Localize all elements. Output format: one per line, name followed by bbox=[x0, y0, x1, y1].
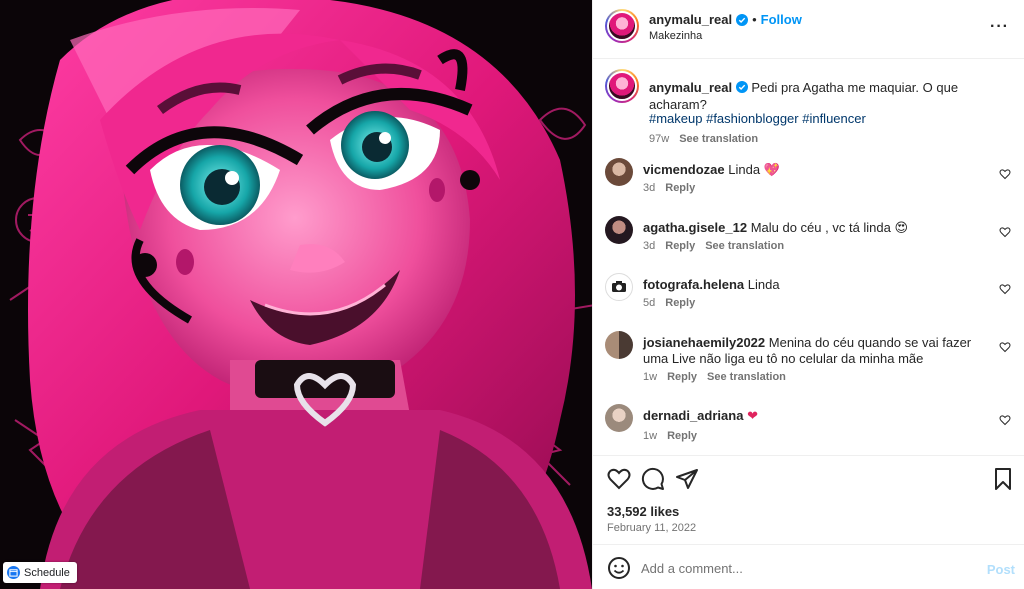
comment-text: Linda bbox=[728, 162, 761, 177]
comment-meta: 3d Reply bbox=[643, 182, 695, 194]
author-avatar[interactable] bbox=[605, 9, 639, 43]
commenter-avatar[interactable] bbox=[605, 158, 633, 186]
comment-meta: 1w Reply See translation bbox=[643, 371, 786, 383]
comment-username[interactable]: agatha.gisele_12 bbox=[643, 220, 747, 235]
more-options-icon[interactable]: ··· bbox=[990, 19, 1009, 35]
reply-button[interactable]: Reply bbox=[667, 430, 697, 442]
caption-hashtags[interactable]: #makeup #fashionblogger #influencer bbox=[649, 111, 866, 126]
post-details-panel: anymalu_real • Follow Makezinha ··· anym… bbox=[592, 0, 1024, 589]
separator-dot: • bbox=[752, 12, 757, 27]
like-comment-heart-icon[interactable] bbox=[999, 168, 1011, 180]
see-translation-button[interactable]: See translation bbox=[679, 133, 758, 145]
reply-button[interactable]: Reply bbox=[665, 297, 695, 309]
caption-text-row: anymalu_real Pedi pra Agatha me maquiar.… bbox=[649, 79, 1009, 113]
instagram-post: Schedule anymalu_real • Follow Makezinha… bbox=[0, 0, 1024, 589]
reply-button[interactable]: Reply bbox=[665, 182, 695, 194]
comment-meta: 5d Reply bbox=[643, 297, 695, 309]
caption-username[interactable]: anymalu_real bbox=[649, 80, 732, 95]
comments-section[interactable]: anymalu_real Pedi pra Agatha me maquiar.… bbox=[593, 60, 1024, 455]
comment-input[interactable] bbox=[641, 556, 961, 580]
comment-emoji: ❤ bbox=[747, 408, 758, 423]
comment-text-row: josianehaemily2022 Menina do céu quando … bbox=[643, 335, 973, 367]
caption-avatar[interactable] bbox=[605, 69, 639, 103]
comment-time: 5d bbox=[643, 297, 656, 309]
commenter-avatar[interactable] bbox=[605, 273, 633, 301]
commenter-avatar[interactable] bbox=[605, 216, 633, 244]
post-comment-button[interactable]: Post bbox=[987, 562, 1015, 577]
likes-count[interactable]: 33,592 likes bbox=[607, 504, 679, 519]
bookmark-icon[interactable] bbox=[991, 467, 1015, 491]
reply-button[interactable]: Reply bbox=[665, 240, 695, 252]
comment-icon[interactable] bbox=[641, 467, 665, 491]
share-icon[interactable] bbox=[675, 467, 699, 491]
comment-text-row: vicmendozae Linda 💖 bbox=[643, 162, 983, 178]
post-actions: 33,592 likes February 11, 2022 bbox=[593, 455, 1024, 544]
comment-text-row: agatha.gisele_12 Malu do céu , vc tá lin… bbox=[643, 220, 983, 236]
comment-username[interactable]: vicmendozae bbox=[643, 162, 725, 177]
like-comment-heart-icon[interactable] bbox=[999, 283, 1011, 295]
commenter-avatar[interactable] bbox=[605, 331, 633, 359]
comment-username[interactable]: dernadi_adriana bbox=[643, 408, 743, 423]
header-username-row: anymalu_real • Follow bbox=[649, 12, 802, 27]
comment-username[interactable]: josianehaemily2022 bbox=[643, 335, 765, 350]
comment-text: Malu do céu , vc tá linda bbox=[750, 220, 891, 235]
comment-time: 1w bbox=[643, 371, 658, 383]
schedule-button[interactable]: Schedule bbox=[3, 562, 77, 583]
comment-text: Linda bbox=[747, 277, 780, 292]
comment-username[interactable]: fotografa.helena bbox=[643, 277, 744, 292]
comment-meta: 3d Reply See translation bbox=[643, 240, 784, 252]
author-username[interactable]: anymalu_real bbox=[649, 12, 732, 27]
like-comment-heart-icon[interactable] bbox=[999, 226, 1011, 238]
see-translation-button[interactable]: See translation bbox=[707, 371, 786, 383]
post-header: anymalu_real • Follow Makezinha ··· bbox=[593, 0, 1024, 59]
comment-text-row: dernadi_adriana ❤ bbox=[643, 408, 983, 424]
post-image[interactable]: Schedule bbox=[0, 0, 592, 589]
emoji-icon[interactable] bbox=[607, 556, 631, 580]
see-translation-button[interactable]: See translation bbox=[705, 240, 784, 252]
reply-button[interactable]: Reply bbox=[667, 371, 697, 383]
comment-emoji: 😍 bbox=[894, 220, 909, 235]
heart-icon[interactable] bbox=[607, 467, 631, 491]
verified-badge-icon bbox=[736, 13, 749, 26]
commenter-avatar[interactable] bbox=[605, 404, 633, 432]
schedule-label: Schedule bbox=[24, 566, 70, 579]
comment-time: 1w bbox=[643, 430, 658, 442]
verified-badge-icon bbox=[735, 81, 748, 93]
comment-emoji: 💖 bbox=[763, 162, 780, 177]
post-date: February 11, 2022 bbox=[607, 522, 697, 534]
add-comment-bar: Post bbox=[593, 544, 1024, 589]
like-comment-heart-icon[interactable] bbox=[999, 414, 1011, 426]
comment-time: 3d bbox=[643, 240, 656, 252]
comment-meta: 1w Reply bbox=[643, 430, 697, 442]
comment-text-row: fotografa.helena Linda bbox=[643, 277, 983, 293]
comment-time: 3d bbox=[643, 182, 656, 194]
follow-button[interactable]: Follow bbox=[761, 12, 802, 27]
like-comment-heart-icon[interactable] bbox=[999, 341, 1011, 353]
caption-time: 97w bbox=[649, 133, 670, 145]
post-subtitle[interactable]: Makezinha bbox=[649, 30, 702, 42]
calendar-icon bbox=[7, 566, 20, 579]
illustration-artwork bbox=[0, 0, 592, 589]
camera-logo-icon bbox=[612, 281, 626, 292]
caption-meta: 97w See translation bbox=[649, 133, 758, 145]
